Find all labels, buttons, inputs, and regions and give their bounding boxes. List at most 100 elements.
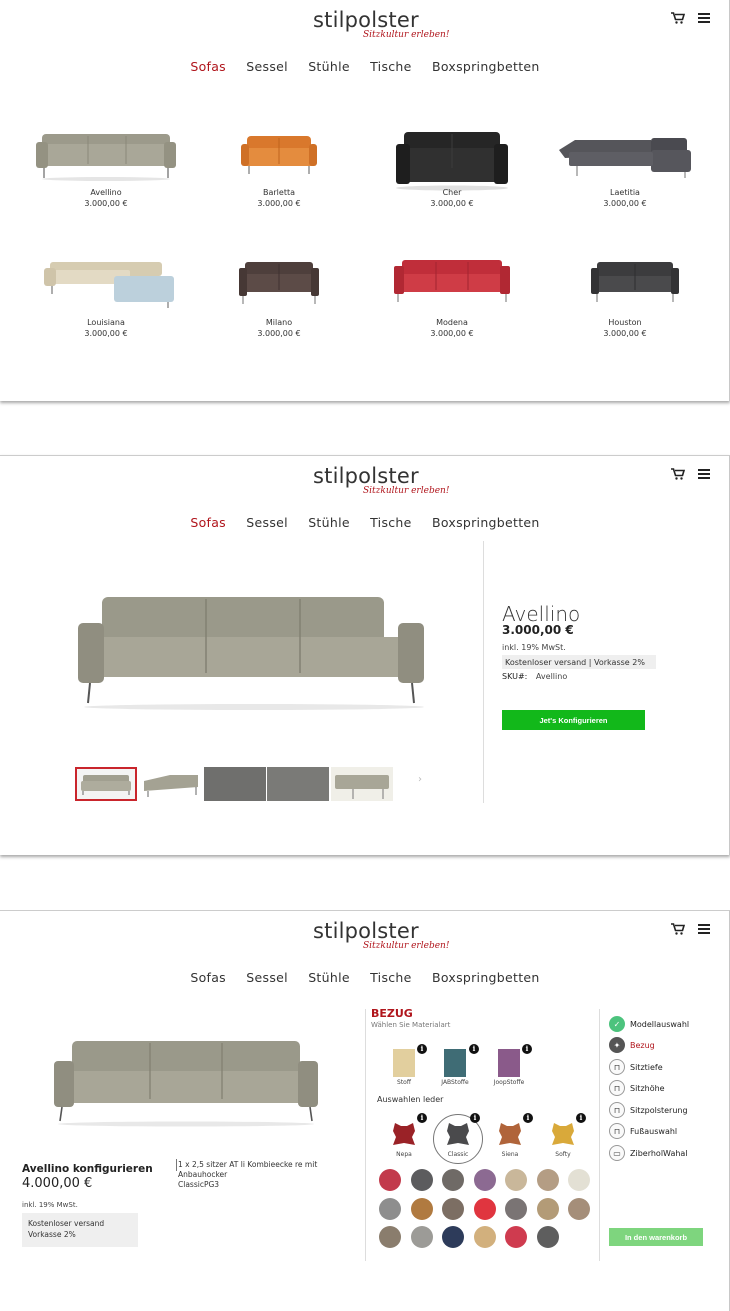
- sofa-image: [239, 262, 319, 304]
- info-icon[interactable]: i: [523, 1113, 533, 1123]
- color-swatch[interactable]: [442, 1226, 464, 1248]
- material-jabstoffe[interactable]: JABStoffe: [437, 1049, 473, 1086]
- leather-classic[interactable]: Classic: [440, 1119, 476, 1158]
- product-card-modena[interactable]: Modena 3.000,00 €: [372, 256, 532, 338]
- color-swatch[interactable]: [536, 1226, 559, 1248]
- leather-label: Nepa: [396, 1151, 412, 1158]
- step-bezug[interactable]: ✦ Bezug: [609, 1036, 655, 1054]
- step-fussauswahl[interactable]: ⊓ Fußauswahl: [609, 1122, 677, 1140]
- nav-boxspringbetten[interactable]: Boxspringbetten: [432, 515, 540, 530]
- color-swatch[interactable]: [505, 1197, 527, 1220]
- info-icon[interactable]: i: [417, 1044, 427, 1054]
- nav-sessel[interactable]: Sessel: [246, 515, 288, 530]
- nav-tische[interactable]: Tische: [370, 515, 412, 530]
- product-price: 3.000,00 €: [430, 199, 474, 208]
- cart-icon[interactable]: [671, 923, 685, 935]
- step-label: ZiberholWahal: [630, 1148, 688, 1158]
- info-icon[interactable]: i: [470, 1113, 480, 1123]
- cart-icon[interactable]: [671, 468, 685, 480]
- step-sitztiefe[interactable]: ⊓ Sitztiefe: [609, 1058, 663, 1076]
- nav-boxspringbetten[interactable]: Boxspringbetten: [432, 970, 540, 985]
- product-name: Laetitia: [610, 188, 640, 197]
- product-card-cher[interactable]: Cher 3.000,00 €: [372, 128, 532, 208]
- color-swatch[interactable]: [568, 1169, 590, 1191]
- add-to-cart-button[interactable]: In den warenkorb: [609, 1228, 703, 1246]
- thumbnail-1[interactable]: [75, 767, 137, 801]
- menu-icon[interactable]: [698, 13, 710, 23]
- color-swatch[interactable]: [410, 1169, 433, 1191]
- configure-button[interactable]: Jet's Konfigurieren: [502, 710, 645, 730]
- color-swatch[interactable]: [379, 1226, 401, 1248]
- cart-icon[interactable]: [671, 12, 685, 24]
- nav-sofas[interactable]: Sofas: [190, 970, 226, 985]
- leather-softy[interactable]: Softy: [545, 1119, 581, 1158]
- logo[interactable]: stilpolster Sitzkultur erleben!: [313, 8, 449, 48]
- chevron-right-icon[interactable]: ›: [418, 774, 422, 785]
- nav-tische[interactable]: Tische: [370, 59, 412, 74]
- nav-boxspringbetten[interactable]: Boxspringbetten: [432, 59, 540, 74]
- color-swatch[interactable]: [379, 1169, 401, 1191]
- color-swatch[interactable]: [442, 1197, 464, 1220]
- brand-name: stilpolster: [313, 919, 419, 943]
- product-price: 3.000,00 €: [257, 329, 301, 338]
- material-joopstoffe[interactable]: JoopStoffe: [491, 1049, 527, 1086]
- logo[interactable]: stilpolster Sitzkultur erleben!: [313, 919, 449, 959]
- info-icon[interactable]: i: [469, 1044, 479, 1054]
- nav-sofas[interactable]: Sofas: [190, 515, 226, 530]
- fabric-sample-icon: [393, 1049, 415, 1077]
- product-card-barletta[interactable]: Barletta 3.000,00 €: [199, 128, 359, 208]
- color-swatch[interactable]: [410, 1226, 433, 1248]
- thumbnail-4[interactable]: [267, 767, 329, 801]
- product-price: 3.000,00 €: [84, 329, 128, 338]
- thumbnail-3[interactable]: [204, 767, 266, 801]
- color-swatch[interactable]: [442, 1169, 464, 1191]
- info-icon[interactable]: i: [576, 1113, 586, 1123]
- color-swatch[interactable]: [568, 1197, 590, 1220]
- menu-icon[interactable]: [698, 924, 710, 934]
- nav-sessel[interactable]: Sessel: [246, 970, 288, 985]
- product-price: 3.000,00 €: [502, 623, 574, 637]
- material-stoff[interactable]: Stoff: [386, 1049, 422, 1086]
- product-card-louisiana[interactable]: Louisiana 3.000,00 €: [26, 256, 186, 338]
- color-swatch[interactable]: [379, 1197, 401, 1220]
- configurator-title: Avellino konfigurieren: [22, 1163, 153, 1175]
- step-ziberholwahal[interactable]: ▭ ZiberholWahal: [609, 1144, 688, 1162]
- color-swatch[interactable]: [473, 1197, 496, 1220]
- info-icon[interactable]: i: [522, 1044, 532, 1054]
- nav-stuehle[interactable]: Stühle: [308, 970, 350, 985]
- product-card-milano[interactable]: Milano 3.000,00 €: [199, 256, 359, 338]
- step-modellauswahl[interactable]: ✓ Modellauswahl: [609, 1015, 689, 1033]
- step-sitzhoehe[interactable]: ⊓ Sitzhöhe: [609, 1079, 665, 1097]
- main-nav: Sofas Sessel Stühle Tische Boxspringbett…: [0, 970, 730, 985]
- info-icon[interactable]: i: [417, 1113, 427, 1123]
- shipping-line: Kostenloser versand: [28, 1219, 105, 1228]
- color-swatch[interactable]: [536, 1197, 559, 1220]
- product-card-avellino[interactable]: Avellino 3.000,00 €: [26, 128, 186, 208]
- color-swatch[interactable]: [410, 1197, 433, 1220]
- nav-sofas[interactable]: Sofas: [190, 59, 226, 74]
- leather-siena[interactable]: Siena: [492, 1119, 528, 1158]
- step-label: Sitzhöhe: [630, 1083, 665, 1093]
- step-sitzpolsterung[interactable]: ⊓ Sitzpolsterung: [609, 1101, 688, 1119]
- nav-tische[interactable]: Tische: [370, 970, 412, 985]
- menu-icon[interactable]: [698, 469, 710, 479]
- nav-stuehle[interactable]: Stühle: [308, 515, 350, 530]
- step-label: Fußauswahl: [630, 1126, 678, 1136]
- color-swatch[interactable]: [473, 1226, 496, 1248]
- nav-sessel[interactable]: Sessel: [246, 59, 288, 74]
- color-swatch[interactable]: [505, 1169, 527, 1191]
- product-card-laetitia[interactable]: Laetitia 3.000,00 €: [545, 128, 705, 208]
- nav-stuehle[interactable]: Stühle: [308, 59, 350, 74]
- leather-label: Auswahlen leder: [377, 1095, 444, 1104]
- thumbnail-2[interactable]: [140, 767, 202, 801]
- product-card-houston[interactable]: Houston 3.000,00 €: [545, 256, 705, 338]
- material-label: Stoff: [397, 1079, 411, 1086]
- leather-nepa[interactable]: Nepa: [386, 1119, 422, 1158]
- color-swatch[interactable]: [536, 1169, 559, 1191]
- thumbnail-5[interactable]: [331, 767, 393, 801]
- color-swatch[interactable]: [473, 1169, 496, 1191]
- color-swatch[interactable]: [505, 1226, 527, 1248]
- sku-label: SKU#:: [502, 672, 528, 681]
- brand-tagline: Sitzkultur erleben!: [363, 30, 450, 40]
- logo[interactable]: stilpolster Sitzkultur erleben!: [313, 464, 449, 504]
